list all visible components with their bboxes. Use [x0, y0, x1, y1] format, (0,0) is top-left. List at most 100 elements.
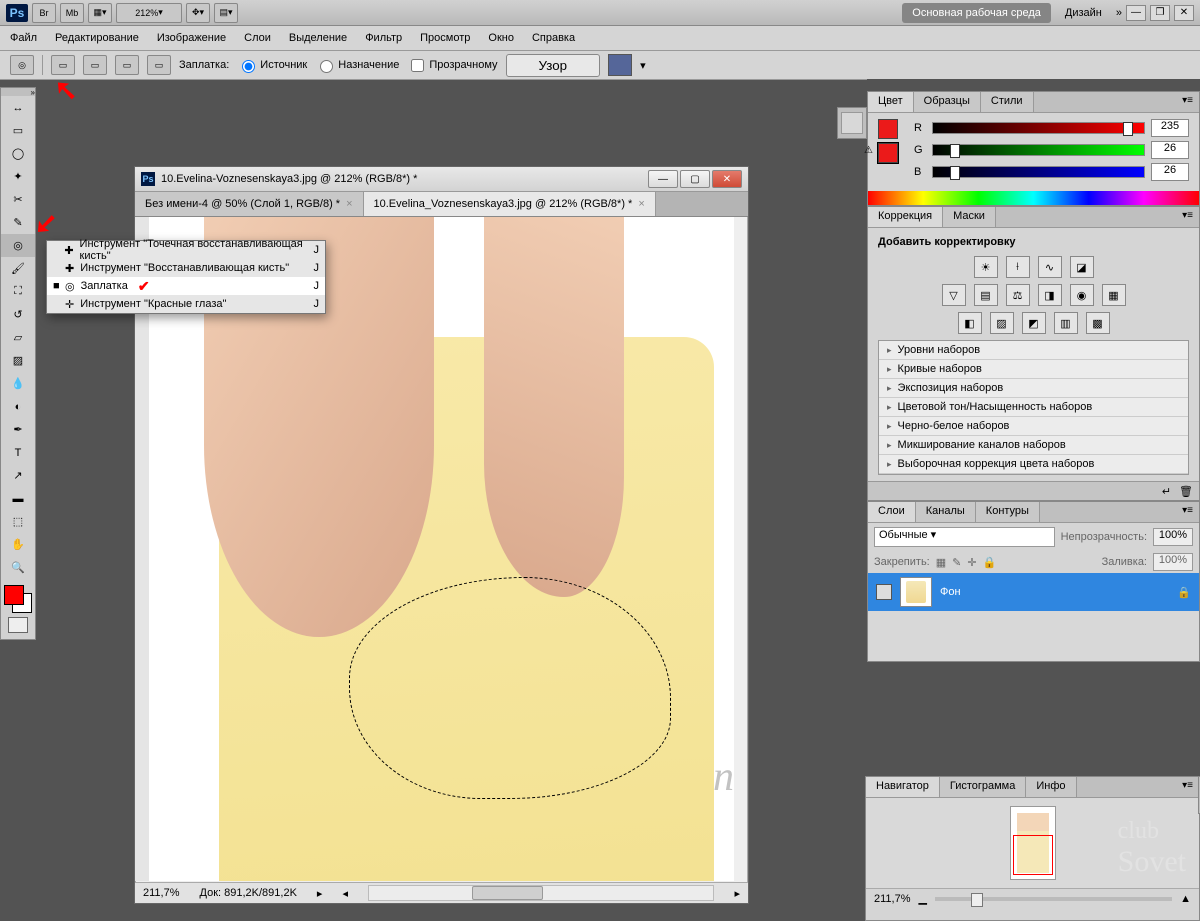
- zoom-tool-icon[interactable]: 🔍: [1, 556, 35, 579]
- radio-destination[interactable]: Назначение: [315, 57, 399, 73]
- adj-exposure-icon[interactable]: ◪: [1070, 256, 1094, 278]
- hand-tool-icon[interactable]: ✋: [1, 533, 35, 556]
- layer-row[interactable]: Фон 🔒: [868, 573, 1199, 611]
- window-min-icon[interactable]: —: [1126, 5, 1146, 21]
- navigator-view-rect[interactable]: [1013, 835, 1053, 875]
- pen-tool-icon[interactable]: ✒: [1, 418, 35, 441]
- hand-icon[interactable]: ✥▾: [186, 3, 210, 23]
- tab-navigator[interactable]: Навигатор: [866, 777, 940, 797]
- eraser-tool-icon[interactable]: ▱: [1, 326, 35, 349]
- intersect-selection-icon[interactable]: ▭: [147, 55, 171, 75]
- stamp-tool-icon[interactable]: ⛶: [1, 280, 35, 303]
- doc-tab-2[interactable]: 10.Evelina_Voznesenskaya3.jpg @ 212% (RG…: [364, 192, 656, 216]
- zoom-in-icon[interactable]: ▲: [1180, 893, 1191, 905]
- eyedropper-tool-icon[interactable]: ✎: [1, 211, 35, 234]
- preset-row[interactable]: ▸Выборочная коррекция цвета наборов: [879, 455, 1188, 474]
- navigator-thumbnail[interactable]: [1010, 806, 1056, 880]
- menu-file[interactable]: Файл: [10, 32, 37, 44]
- adj-hue-icon[interactable]: ▤: [974, 284, 998, 306]
- check-transparent[interactable]: Прозрачному: [407, 56, 497, 75]
- doc-tab-1[interactable]: Без имени-4 @ 50% (Слой 1, RGB/8) *×: [135, 192, 364, 216]
- adj-threshold-icon[interactable]: ◩: [1022, 312, 1046, 334]
- adj-selective-icon[interactable]: ▩: [1086, 312, 1110, 334]
- shape-tool-icon[interactable]: ▬: [1, 487, 35, 510]
- preset-row[interactable]: ▸Цветовой тон/Насыщенность наборов: [879, 398, 1188, 417]
- doc-close-icon[interactable]: ✕: [712, 170, 742, 188]
- layer-thumbnail[interactable]: [900, 577, 932, 607]
- slider-b[interactable]: [932, 166, 1145, 178]
- panel-menu-icon[interactable]: ▾≡: [1176, 777, 1199, 797]
- document-titlebar[interactable]: Ps 10.Evelina-Voznesenskaya3.jpg @ 212% …: [135, 167, 748, 192]
- layer-visibility-icon[interactable]: [876, 584, 892, 600]
- blur-tool-icon[interactable]: 💧: [1, 372, 35, 395]
- layer-name[interactable]: Фон: [940, 586, 961, 598]
- tab-channels[interactable]: Каналы: [916, 502, 976, 522]
- blend-mode-select[interactable]: Обычные ▾: [874, 527, 1055, 547]
- path-tool-icon[interactable]: ↗: [1, 464, 35, 487]
- lock-position-icon[interactable]: ✎: [952, 556, 961, 569]
- adj-brightness-icon[interactable]: ☀: [974, 256, 998, 278]
- lock-all-icon[interactable]: 🔒: [983, 556, 997, 569]
- workspace-button[interactable]: Основная рабочая среда: [902, 3, 1051, 23]
- adj-levels-icon[interactable]: ⟊: [1006, 256, 1030, 278]
- gradient-tool-icon[interactable]: ▨: [1, 349, 35, 372]
- lasso-tool-icon[interactable]: ◯: [1, 142, 35, 165]
- minibridge-icon[interactable]: Mb: [60, 3, 84, 23]
- preset-row[interactable]: ▸Микширование каналов наборов: [879, 436, 1188, 455]
- preset-row[interactable]: ▸Уровни наборов: [879, 341, 1188, 360]
- tab-close-icon[interactable]: ×: [638, 198, 644, 210]
- opacity-value[interactable]: 100%: [1153, 528, 1193, 546]
- bridge-icon[interactable]: Br: [32, 3, 56, 23]
- zoom-select[interactable]: 212% ▾: [116, 3, 182, 23]
- dodge-tool-icon[interactable]: ◐: [1, 395, 35, 418]
- nav-zoom-slider[interactable]: [935, 897, 1172, 901]
- subtract-selection-icon[interactable]: ▭: [115, 55, 139, 75]
- adj-mixer-icon[interactable]: ▦: [1102, 284, 1126, 306]
- flyout-redeye[interactable]: ✛Инструмент "Красные глаза"J: [47, 295, 325, 313]
- panel-icon[interactable]: [841, 112, 863, 134]
- toolbox-collapse-icon[interactable]: »: [1, 88, 35, 96]
- window-restore-icon[interactable]: ❐: [1150, 5, 1170, 21]
- adj-invert-icon[interactable]: ◧: [958, 312, 982, 334]
- value-r[interactable]: 235: [1151, 119, 1189, 137]
- adj-curves-icon[interactable]: ∿: [1038, 256, 1062, 278]
- value-b[interactable]: 26: [1151, 163, 1189, 181]
- adj-clip-icon[interactable]: ↵: [1162, 485, 1171, 498]
- preset-row[interactable]: ▸Кривые наборов: [879, 360, 1188, 379]
- zoom-out-icon[interactable]: ▁: [919, 892, 927, 905]
- panel-menu-icon[interactable]: ▾≡: [1176, 207, 1199, 227]
- tab-paths[interactable]: Контуры: [976, 502, 1040, 522]
- pattern-button[interactable]: Узор: [506, 54, 601, 77]
- crop-tool-icon[interactable]: ✂: [1, 188, 35, 211]
- tab-color[interactable]: Цвет: [868, 92, 914, 112]
- tab-info[interactable]: Инфо: [1026, 777, 1076, 797]
- menu-select[interactable]: Выделение: [289, 32, 347, 44]
- tab-adjustments[interactable]: Коррекция: [868, 207, 943, 227]
- patch-tool-icon[interactable]: ◎: [1, 234, 35, 257]
- design-workspace-button[interactable]: Дизайн: [1055, 3, 1112, 23]
- adj-vibrance-icon[interactable]: ▽: [942, 284, 966, 306]
- add-selection-icon[interactable]: ▭: [83, 55, 107, 75]
- 3d-tool-icon[interactable]: ⬚: [1, 510, 35, 533]
- value-g[interactable]: 26: [1151, 141, 1189, 159]
- adj-poster-icon[interactable]: ▨: [990, 312, 1014, 334]
- slider-g[interactable]: [932, 144, 1145, 156]
- tool-preset-icon[interactable]: ◎: [10, 55, 34, 75]
- menu-view[interactable]: Просмотр: [420, 32, 470, 44]
- pattern-dropdown-icon[interactable]: ▾: [640, 59, 646, 72]
- lock-pixels-icon[interactable]: ▦: [936, 556, 946, 569]
- new-selection-icon[interactable]: ▭: [51, 55, 75, 75]
- menu-filter[interactable]: Фильтр: [365, 32, 402, 44]
- adj-gradmap-icon[interactable]: ▥: [1054, 312, 1078, 334]
- pattern-swatch[interactable]: [608, 54, 632, 76]
- adj-photo-icon[interactable]: ◉: [1070, 284, 1094, 306]
- doc-max-icon[interactable]: ▢: [680, 170, 710, 188]
- menu-image[interactable]: Изображение: [157, 32, 226, 44]
- panel-menu-icon[interactable]: ▾≡: [1176, 502, 1199, 522]
- brush-tool-icon[interactable]: 🖌: [1, 257, 35, 280]
- menu-help[interactable]: Справка: [532, 32, 575, 44]
- foreground-background-swatch[interactable]: [4, 585, 32, 613]
- lock-move-icon[interactable]: ✛: [967, 556, 976, 569]
- arrange-icon[interactable]: ▤▾: [214, 3, 238, 23]
- window-close-icon[interactable]: ✕: [1174, 5, 1194, 21]
